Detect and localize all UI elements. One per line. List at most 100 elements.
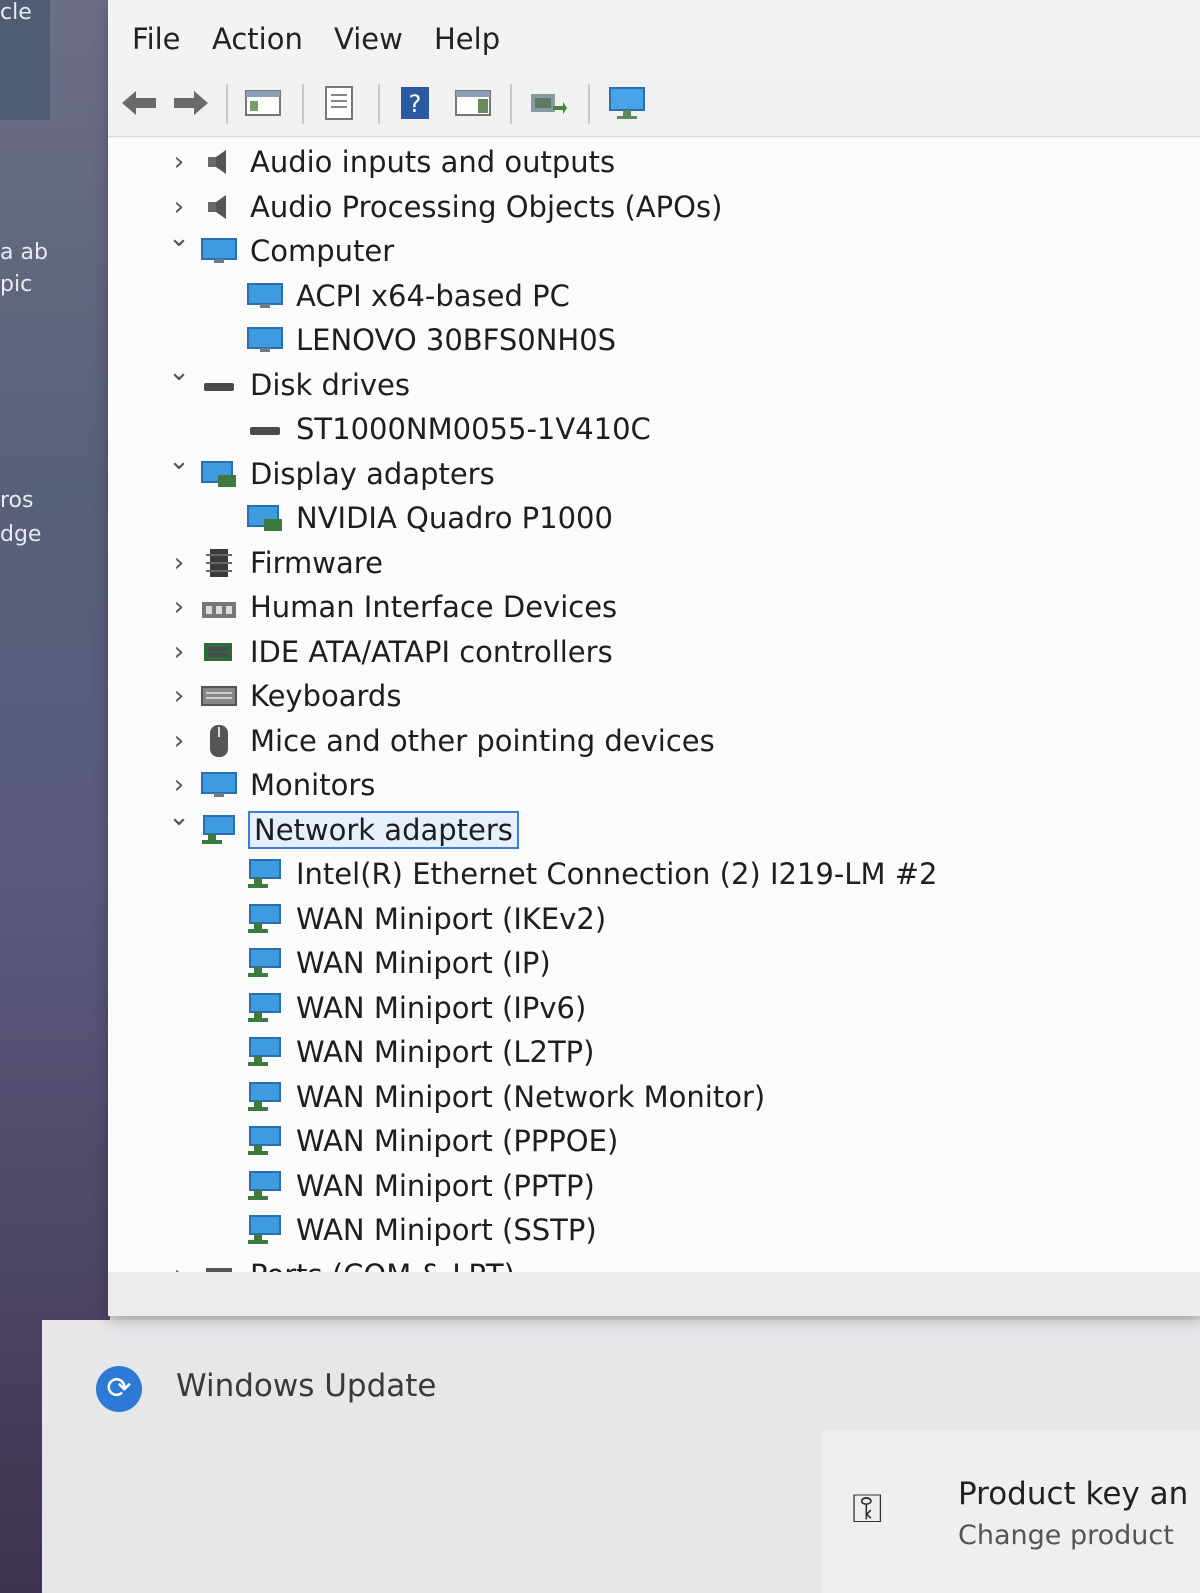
tree-device[interactable]: Intel(R) Ethernet Connection (2) I219-LM…	[108, 852, 1200, 896]
tree-category[interactable]: › Firmware	[108, 541, 1200, 585]
speaker-icon	[200, 147, 238, 177]
tree-device[interactable]: WAN Miniport (SSTP)	[108, 1208, 1200, 1252]
tree-category[interactable]: ⌄ Disk drives	[108, 357, 1200, 407]
background-text-fragment: a ab	[0, 240, 48, 265]
tree-item-label[interactable]: Display adapters	[250, 457, 495, 491]
tree-device[interactable]: WAN Miniport (PPPOE)	[108, 1119, 1200, 1163]
disk-drive-icon	[200, 370, 238, 400]
network-adapter-icon	[246, 1170, 284, 1201]
tree-item-label[interactable]: IDE ATA/ATAPI controllers	[250, 635, 613, 669]
chevron-right-icon[interactable]: ›	[166, 726, 192, 756]
tree-device[interactable]: WAN Miniport (PPTP)	[108, 1164, 1200, 1208]
tree-device[interactable]: WAN Miniport (IP)	[108, 941, 1200, 985]
menu-action[interactable]: Action	[212, 22, 303, 56]
tree-item-label[interactable]: NVIDIA Quadro P1000	[296, 501, 613, 535]
chevron-right-icon[interactable]: ›	[166, 770, 192, 800]
computer-icon	[200, 236, 238, 266]
chevron-down-icon[interactable]: ⌄	[166, 357, 192, 387]
tree-category[interactable]: › Audio Processing Objects (APOs)	[108, 185, 1200, 229]
device-tree: › Audio inputs and outputs › Audio Processi…	[108, 138, 1200, 1272]
network-adapter-icon	[246, 859, 284, 889]
tree-device[interactable]: WAN Miniport (IPv6)	[108, 986, 1200, 1030]
tree-item-label[interactable]: Computer	[250, 234, 394, 268]
chevron-right-icon[interactable]: ›	[166, 1260, 192, 1273]
tree-device[interactable]: ACPI x64-based PC	[108, 274, 1200, 318]
menu-help[interactable]: Help	[434, 22, 500, 56]
show-hide-console-tree-icon[interactable]	[240, 80, 286, 126]
tree-category[interactable]: ⌄ Display adapters	[108, 446, 1200, 496]
tree-category[interactable]: › Human Interface Devices	[108, 585, 1200, 629]
tree-item-label[interactable]: WAN Miniport (IP)	[296, 946, 551, 980]
chevron-down-icon[interactable]: ⌄	[166, 446, 192, 476]
monitor-icon	[200, 770, 238, 800]
scan-hardware-icon[interactable]	[524, 80, 570, 126]
menu-file[interactable]: File	[132, 22, 181, 56]
tree-item-label[interactable]: Ports (COM & LPT)	[250, 1258, 515, 1273]
tree-item-label[interactable]: Disk drives	[250, 368, 410, 402]
tree-item-label[interactable]: WAN Miniport (SSTP)	[296, 1213, 597, 1247]
disk-drive-icon	[246, 414, 284, 444]
tree-category[interactable]: › Monitors	[108, 763, 1200, 807]
tree-item-label[interactable]: ACPI x64-based PC	[296, 279, 570, 313]
background-text-fragment: pic	[0, 272, 33, 297]
chevron-right-icon[interactable]: ›	[166, 592, 192, 622]
tree-device[interactable]: WAN Miniport (IKEv2)	[108, 897, 1200, 941]
tree-item-label[interactable]: Monitors	[250, 768, 375, 802]
status-bar	[108, 1272, 1200, 1316]
tree-item-label[interactable]: WAN Miniport (Network Monitor)	[296, 1080, 765, 1114]
tree-device[interactable]: ST1000NM0055-1V410C	[108, 407, 1200, 451]
tree-item-label[interactable]: Audio inputs and outputs	[250, 145, 615, 179]
tree-item-label[interactable]: WAN Miniport (PPTP)	[296, 1169, 595, 1203]
tree-item-label[interactable]: Intel(R) Ethernet Connection (2) I219-LM…	[296, 857, 937, 891]
windows-update-link[interactable]: Windows Update	[176, 1368, 437, 1404]
tree-category[interactable]: › Audio inputs and outputs	[108, 140, 1200, 184]
tree-device[interactable]: LENOVO 30BFS0NH0S	[108, 318, 1200, 362]
properties-icon[interactable]	[316, 80, 362, 126]
computer-icon	[246, 281, 284, 311]
tree-item-label[interactable]: ST1000NM0055-1V410C	[296, 412, 651, 446]
monitor-display-icon[interactable]	[604, 80, 650, 126]
tree-category[interactable]: ⌄ Network adapters	[108, 802, 1200, 852]
tree-item-label[interactable]: WAN Miniport (IPv6)	[296, 991, 586, 1025]
product-key-title[interactable]: Product key an	[958, 1476, 1188, 1512]
background-text-fragment: cle	[0, 0, 32, 25]
tree-category[interactable]: › Keyboards	[108, 674, 1200, 718]
tree-item-label[interactable]: WAN Miniport (L2TP)	[296, 1035, 594, 1069]
tree-category[interactable]: › Ports (COM & LPT)	[108, 1253, 1200, 1273]
forward-arrow-icon[interactable]	[168, 80, 214, 126]
tree-category[interactable]: ⌄ Computer	[108, 223, 1200, 273]
tree-item-label[interactable]: Firmware	[250, 546, 383, 580]
display-adapter-icon	[200, 459, 238, 489]
chevron-right-icon[interactable]: ›	[166, 637, 192, 667]
tree-item-label[interactable]: WAN Miniport (IKEv2)	[296, 902, 606, 936]
menu-bar: File Action View Help	[108, 0, 1200, 75]
tree-device[interactable]: WAN Miniport (Network Monitor)	[108, 1075, 1200, 1119]
firmware-chip-icon	[200, 548, 238, 578]
chevron-down-icon[interactable]: ⌄	[166, 802, 192, 832]
tree-device[interactable]: WAN Miniport (L2TP)	[108, 1030, 1200, 1074]
chevron-right-icon[interactable]: ›	[166, 192, 192, 222]
tree-item-label[interactable]: WAN Miniport (PPPOE)	[296, 1124, 618, 1158]
back-arrow-icon[interactable]	[116, 80, 162, 126]
tree-item-label[interactable]: Audio Processing Objects (APOs)	[250, 190, 722, 224]
speaker-icon	[200, 192, 238, 222]
chevron-right-icon[interactable]: ›	[166, 681, 192, 711]
chevron-right-icon[interactable]: ›	[166, 548, 192, 578]
chevron-down-icon[interactable]: ⌄	[166, 223, 192, 253]
tree-category[interactable]: › IDE ATA/ATAPI controllers	[108, 630, 1200, 674]
tree-category[interactable]: › Mice and other pointing devices	[108, 719, 1200, 763]
svg-text:?: ?	[409, 90, 422, 118]
tree-item-label[interactable]: Mice and other pointing devices	[250, 724, 715, 758]
help-icon[interactable]: ?	[392, 80, 438, 126]
tree-item-label[interactable]: Keyboards	[250, 679, 401, 713]
tree-item-label[interactable]: Human Interface Devices	[250, 590, 617, 624]
menu-view[interactable]: View	[334, 22, 403, 56]
chevron-right-icon[interactable]: ›	[166, 147, 192, 177]
display-adapter-icon	[246, 503, 284, 533]
windows-update-icon[interactable]: ⟳	[96, 1366, 142, 1412]
network-adapter-icon	[246, 1215, 284, 1245]
tree-device[interactable]: NVIDIA Quadro P1000	[108, 496, 1200, 540]
action-pane-icon[interactable]	[450, 80, 496, 126]
tree-item-label[interactable]: LENOVO 30BFS0NH0S	[296, 323, 616, 357]
tree-item-label[interactable]: Network adapters	[248, 810, 519, 849]
